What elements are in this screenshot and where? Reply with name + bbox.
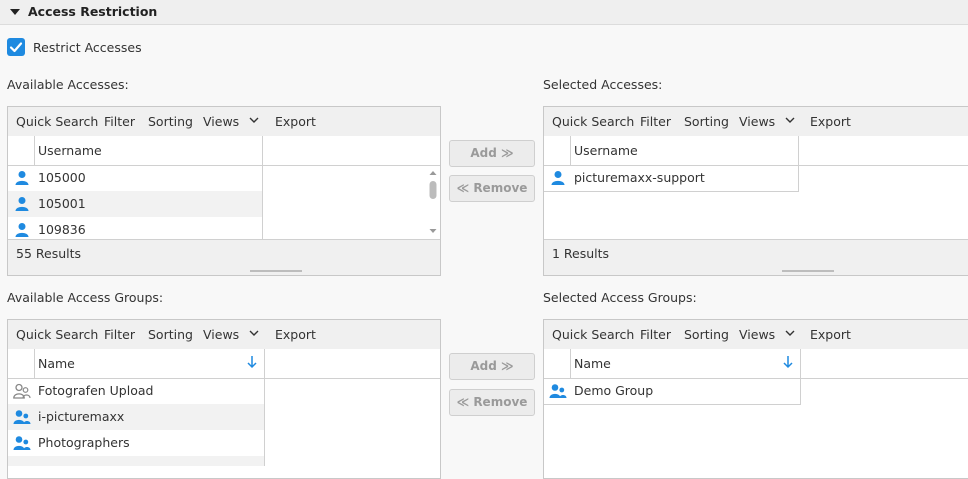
sorting-button[interactable]: Sorting [684,114,729,129]
sorting-button[interactable]: Sorting [684,327,729,342]
caret-down-icon[interactable] [10,9,20,15]
views-button[interactable]: Views [739,327,775,342]
restrict-accesses-checkbox[interactable] [7,38,25,56]
group-outline-icon [13,383,31,399]
available-accesses-label: Available Accesses: [7,77,129,92]
remove-group-button[interactable]: ≪ Remove [449,389,535,416]
user-icon [15,223,29,237]
table-header: Username [544,136,968,166]
table-row[interactable]: Photographers [8,430,265,456]
selected-groups-panel: Quick Search Filter Sorting Views Export… [543,319,968,479]
chevron-down-icon[interactable] [249,328,259,338]
results-footer: 1 Results [544,239,968,275]
table-row[interactable]: i-picturemaxx [8,404,265,430]
resize-handle[interactable] [250,270,302,272]
selected-groups-label: Selected Access Groups: [543,290,697,305]
available-accesses-panel: Quick Search Filter Sorting Views Export… [7,106,441,276]
remove-access-button[interactable]: ≪ Remove [449,175,535,202]
quick-search-button[interactable]: Quick Search [552,114,634,129]
selected-accesses-panel: Quick Search Filter Sorting Views Export… [543,106,968,276]
vertical-scrollbar[interactable] [427,167,439,237]
toolbar: Quick Search Filter Sorting Views Export [8,107,440,137]
table-header: Name [8,349,440,379]
filter-button[interactable]: Filter [640,114,671,129]
add-group-button[interactable]: Add ≫ [449,353,535,380]
table-header: Username [8,136,440,166]
quick-search-button[interactable]: Quick Search [16,327,98,342]
restrict-accesses-label: Restrict Accesses [33,40,142,55]
table-row[interactable]: 105001 [8,191,263,217]
table-row[interactable] [8,456,265,466]
chevron-down-icon[interactable] [785,115,795,125]
available-groups-panel: Quick Search Filter Sorting Views Export… [7,319,441,479]
export-button[interactable]: Export [810,327,851,342]
chevron-down-icon[interactable] [785,328,795,338]
filter-button[interactable]: Filter [104,114,135,129]
table-header: Name [544,349,968,379]
chevron-down-icon[interactable] [249,115,259,125]
column-header-username[interactable]: Username [570,136,799,165]
filter-button[interactable]: Filter [104,327,135,342]
export-button[interactable]: Export [810,114,851,129]
user-icon [15,171,29,185]
views-button[interactable]: Views [739,114,775,129]
toolbar: Quick Search Filter Sorting Views Export [544,320,968,350]
results-count: 1 Results [552,246,610,261]
group-icon [549,384,567,398]
group-icon [13,436,31,450]
user-icon [15,197,29,211]
column-header-name[interactable]: Name [570,349,801,378]
user-icon [551,171,565,185]
views-button[interactable]: Views [203,114,239,129]
export-button[interactable]: Export [275,327,316,342]
checkmark-icon [9,42,23,53]
quick-search-button[interactable]: Quick Search [552,327,634,342]
table-row[interactable]: Demo Group [544,378,801,405]
export-button[interactable]: Export [275,114,316,129]
selected-accesses-label: Selected Accesses: [543,77,663,92]
column-header-name[interactable]: Name [34,349,265,378]
sorting-button[interactable]: Sorting [148,327,193,342]
results-count: 55 Results [16,246,82,261]
table-row[interactable]: 105000 [8,165,263,191]
sorting-button[interactable]: Sorting [148,114,193,129]
resize-handle[interactable] [782,270,834,272]
section-header[interactable]: Access Restriction [0,0,968,25]
table-row[interactable]: Fotografen Upload [8,378,265,404]
filter-button[interactable]: Filter [640,327,671,342]
available-groups-label: Available Access Groups: [7,290,164,305]
results-footer: 55 Results [8,239,440,275]
group-icon [13,410,31,424]
views-button[interactable]: Views [203,327,239,342]
quick-search-button[interactable]: Quick Search [16,114,98,129]
column-header-username[interactable]: Username [34,136,263,165]
add-access-button[interactable]: Add ≫ [449,140,535,167]
section-title: Access Restriction [28,4,158,19]
sort-ascending-arrow-icon[interactable] [246,355,258,369]
sort-ascending-arrow-icon[interactable] [782,355,794,369]
toolbar: Quick Search Filter Sorting Views Export [544,107,968,137]
toolbar: Quick Search Filter Sorting Views Export [8,320,440,350]
table-row[interactable]: picturemaxx-support [544,165,799,192]
